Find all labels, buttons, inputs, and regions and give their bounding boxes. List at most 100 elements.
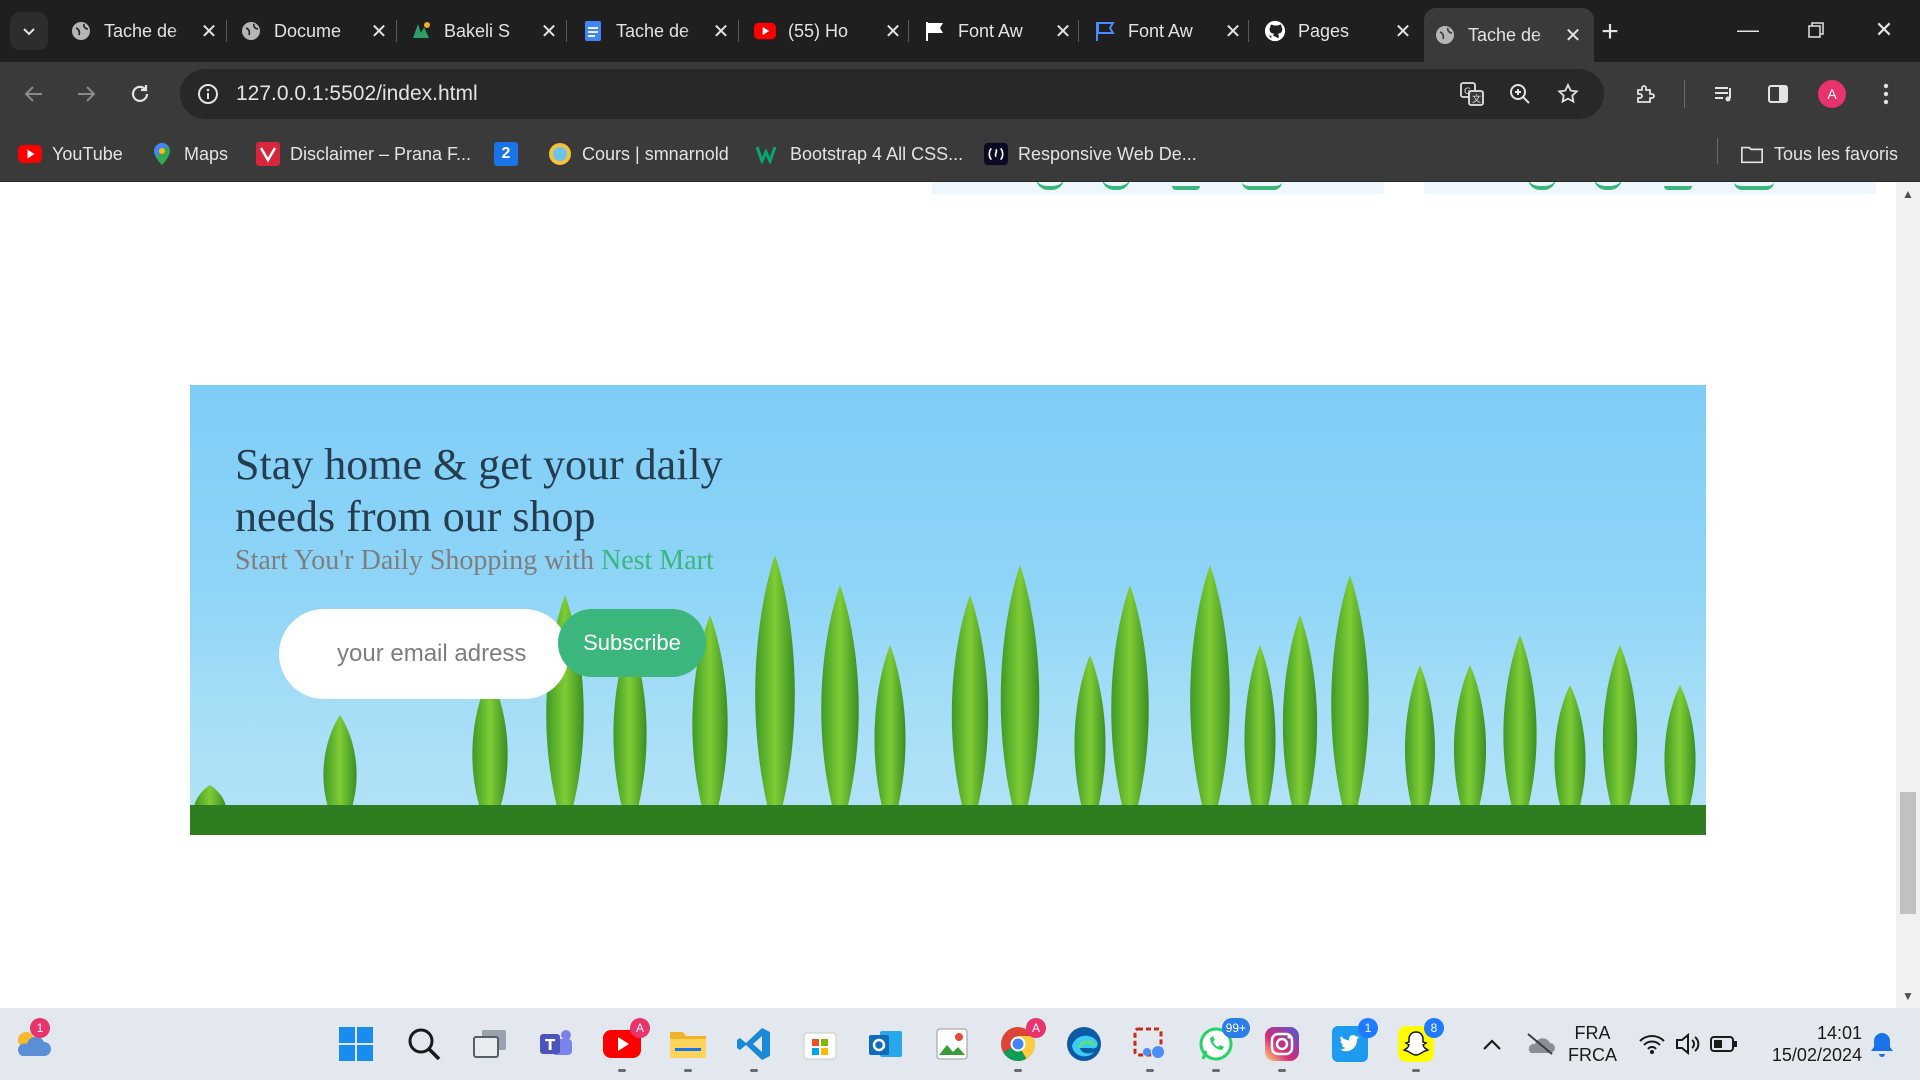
- instagram-app[interactable]: [1262, 1024, 1302, 1072]
- w3-icon: [756, 142, 780, 166]
- maps-pin-icon: [150, 142, 174, 166]
- tree-shape: [1331, 575, 1369, 835]
- translate-icon[interactable]: G文: [1456, 78, 1488, 110]
- chrome-app[interactable]: A: [998, 1018, 1046, 1072]
- close-icon[interactable]: ✕: [1562, 24, 1584, 47]
- menu-button[interactable]: [1868, 76, 1904, 112]
- close-window-button[interactable]: ✕: [1864, 12, 1904, 48]
- instagram-icon[interactable]: [1664, 182, 1692, 190]
- snapchat-app[interactable]: 8: [1396, 1018, 1444, 1072]
- twitter-icon[interactable]: [1594, 182, 1622, 190]
- teams-app[interactable]: T: [536, 1024, 576, 1064]
- close-icon[interactable]: ✕: [198, 20, 220, 43]
- clock[interactable]: 14:01 15/02/2024: [1756, 1022, 1862, 1066]
- side-panel-button[interactable]: [1760, 76, 1796, 112]
- forward-button[interactable]: [68, 76, 104, 112]
- tab-8[interactable]: Pages ✕: [1254, 10, 1424, 52]
- facebook-icon[interactable]: [1036, 182, 1064, 190]
- instagram-icon[interactable]: [1172, 182, 1200, 190]
- address-bar[interactable]: 127.0.0.1:5502/index.html G文: [180, 69, 1604, 119]
- scroll-down-arrow-icon[interactable]: ▼: [1902, 990, 1914, 1002]
- tab-5[interactable]: (55) Ho ✕: [744, 10, 914, 52]
- file-explorer-app[interactable]: [668, 1024, 708, 1072]
- media-button[interactable]: [1706, 76, 1742, 112]
- smnarnold-icon: [548, 142, 572, 166]
- youtube-app[interactable]: A: [602, 1018, 650, 1072]
- minimize-button[interactable]: —: [1728, 12, 1768, 48]
- back-button[interactable]: [16, 76, 52, 112]
- close-icon[interactable]: ✕: [538, 20, 560, 43]
- bookmark-label: Responsive Web De...: [1018, 143, 1197, 164]
- facebook-icon[interactable]: [1528, 182, 1556, 190]
- tab-6[interactable]: Font Aw ✕: [914, 10, 1084, 52]
- reload-button[interactable]: [122, 76, 158, 112]
- battery-button[interactable]: [1704, 1024, 1744, 1064]
- whatsapp-badge: 99+: [1221, 1018, 1250, 1038]
- restore-button[interactable]: [1796, 12, 1836, 48]
- language-indicator[interactable]: FRA FRCA: [1568, 1022, 1617, 1066]
- youtube-icon[interactable]: [1242, 182, 1282, 190]
- github-icon: [1264, 20, 1286, 42]
- twitter-app[interactable]: 1: [1330, 1018, 1378, 1064]
- tab-search-button[interactable]: [10, 12, 48, 50]
- bookmark-cours[interactable]: Cours | smnarnold: [548, 140, 729, 168]
- playlist-icon: [1715, 87, 1731, 102]
- tab-2[interactable]: Docume ✕: [230, 10, 400, 52]
- site-info-icon[interactable]: [192, 78, 224, 110]
- close-icon[interactable]: ✕: [1222, 20, 1244, 43]
- star-icon[interactable]: [1552, 78, 1584, 110]
- tab-9-active[interactable]: Tache de ✕: [1424, 8, 1594, 62]
- search-button[interactable]: [404, 1024, 444, 1064]
- edge-app[interactable]: [1064, 1024, 1104, 1064]
- notifications-button[interactable]: [1862, 1024, 1902, 1064]
- bookmark-label: Disclaimer – Prana F...: [290, 143, 472, 164]
- subscribe-button[interactable]: Subscribe: [558, 609, 706, 677]
- bookmark-maps[interactable]: Maps: [150, 140, 228, 168]
- volume-button[interactable]: [1668, 1024, 1708, 1064]
- extensions-button[interactable]: [1628, 76, 1664, 112]
- outlook-app[interactable]: [866, 1024, 906, 1064]
- tab-1[interactable]: Tache de ✕: [60, 10, 230, 52]
- snipping-tool-app[interactable]: [1130, 1024, 1170, 1072]
- bookmark-calendar[interactable]: 2: [494, 140, 528, 168]
- windows-taskbar: 1 T A A 99+ 1 8 FRA FRCA 14:01 15/02/202…: [0, 1008, 1920, 1080]
- page-scrollbar[interactable]: ▲ ▼: [1896, 182, 1920, 1008]
- tab-3[interactable]: Bakeli S ✕: [400, 10, 570, 52]
- microsoft-store-app[interactable]: [800, 1024, 840, 1064]
- onedrive-button[interactable]: [1520, 1024, 1560, 1064]
- new-tab-button[interactable]: +: [1592, 14, 1628, 50]
- close-icon[interactable]: ✕: [882, 20, 904, 43]
- photos-app[interactable]: [932, 1024, 972, 1064]
- start-button[interactable]: [336, 1024, 376, 1064]
- close-icon[interactable]: ✕: [710, 20, 732, 43]
- bookmark-responsive[interactable]: Responsive Web De...: [984, 140, 1197, 168]
- task-view-button[interactable]: [470, 1024, 510, 1064]
- all-bookmarks[interactable]: Tous les favoris: [1740, 140, 1898, 168]
- plus-icon: +: [1601, 15, 1619, 48]
- zoom-icon[interactable]: [1504, 78, 1536, 110]
- vscode-app[interactable]: [734, 1024, 774, 1072]
- twitter-icon[interactable]: [1102, 182, 1130, 190]
- running-indicator: [618, 1069, 626, 1072]
- tab-title: Tache de: [1468, 24, 1542, 45]
- bookmark-bootstrap[interactable]: Bootstrap 4 All CSS...: [756, 140, 963, 168]
- wifi-button[interactable]: [1632, 1024, 1672, 1064]
- scrollbar-thumb[interactable]: [1900, 792, 1916, 914]
- close-icon[interactable]: ✕: [368, 20, 390, 43]
- whatsapp-app[interactable]: 99+: [1196, 1018, 1250, 1072]
- youtube-icon[interactable]: [1734, 182, 1774, 190]
- tree-shape: [1190, 565, 1230, 835]
- tab-4[interactable]: Tache de ✕: [572, 10, 742, 52]
- email-input[interactable]: [279, 609, 569, 699]
- tab-7[interactable]: Font Aw ✕: [1084, 10, 1254, 52]
- tab-divider: [396, 20, 397, 42]
- bookmark-disclaimer[interactable]: Disclaimer – Prana F...: [256, 140, 471, 168]
- weather-widget[interactable]: 1: [12, 1018, 52, 1064]
- bookmarks-bar: YouTube Maps Disclaimer – Prana F... 2 C…: [0, 126, 1920, 182]
- show-hidden-icons-button[interactable]: [1472, 1024, 1512, 1064]
- close-icon[interactable]: ✕: [1052, 20, 1074, 43]
- profile-avatar[interactable]: A: [1818, 80, 1846, 108]
- close-icon[interactable]: ✕: [1392, 20, 1414, 43]
- scroll-up-arrow-icon[interactable]: ▲: [1902, 188, 1914, 200]
- bookmark-youtube[interactable]: YouTube: [18, 140, 123, 168]
